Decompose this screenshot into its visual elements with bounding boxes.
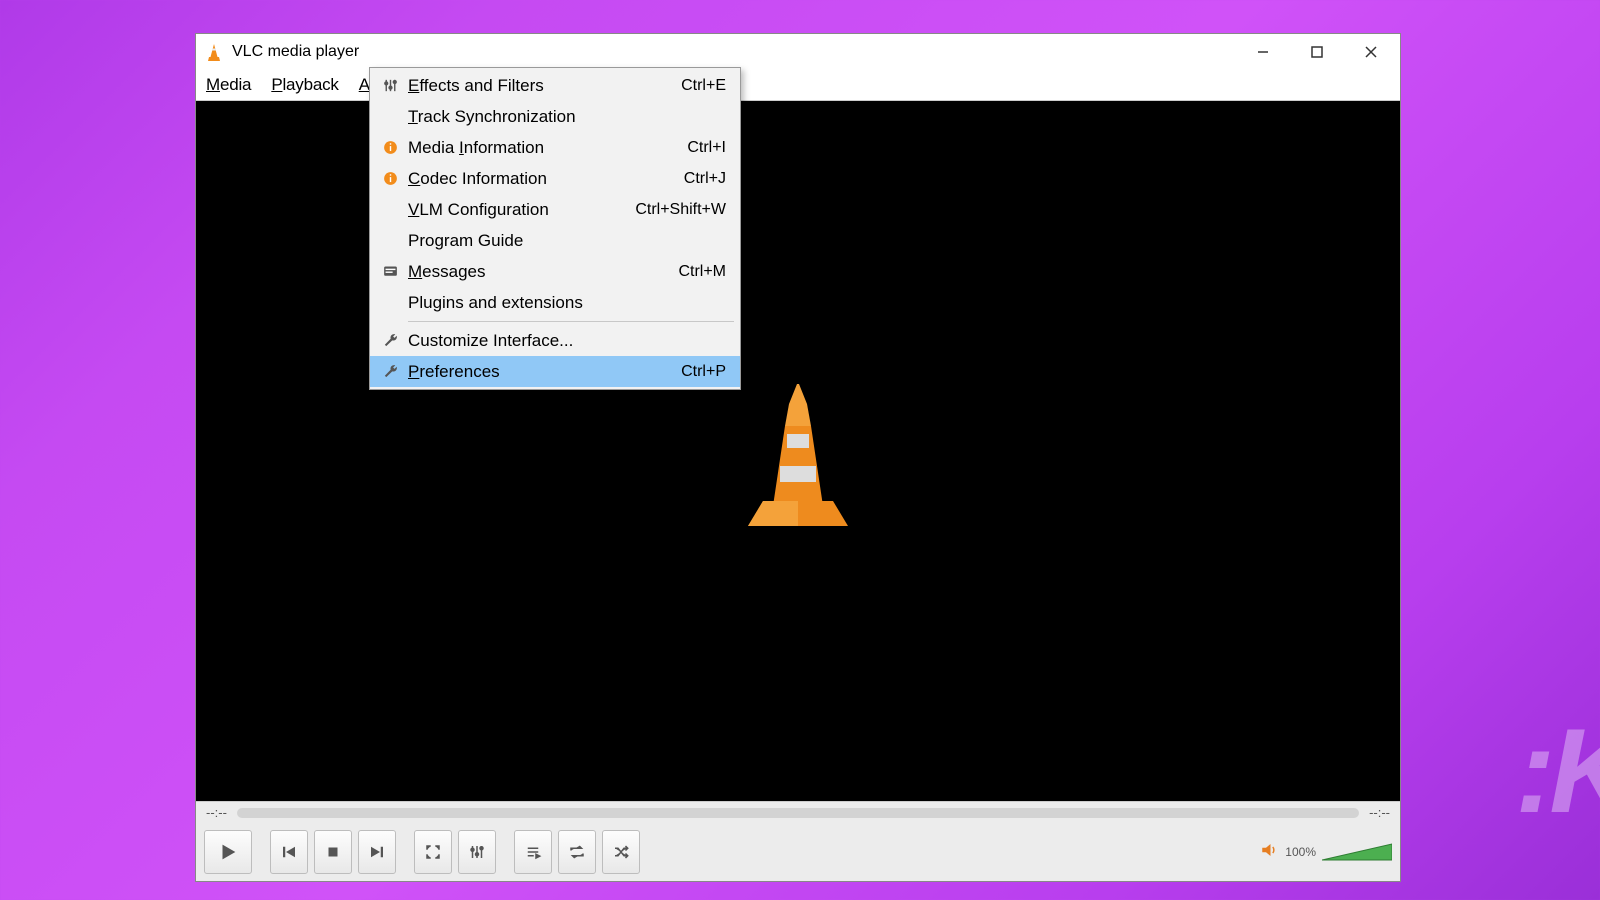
play-button[interactable] xyxy=(204,830,252,874)
extended-settings-button[interactable] xyxy=(458,830,496,874)
shuffle-button[interactable] xyxy=(602,830,640,874)
menu-item-label: Plugins and extensions xyxy=(404,293,726,313)
wrench-icon xyxy=(376,332,404,349)
menu-item-shortcut: Ctrl+Shift+W xyxy=(635,201,726,219)
menu-item-label: Effects and Filters xyxy=(404,76,681,96)
playlist-button[interactable] xyxy=(514,830,552,874)
menu-item-label: Messages xyxy=(404,262,678,282)
close-button[interactable] xyxy=(1344,34,1398,69)
menu-item-preferences[interactable]: PreferencesCtrl+P xyxy=(370,356,740,387)
speaker-icon xyxy=(1259,841,1279,864)
loop-button[interactable] xyxy=(558,830,596,874)
maximize-button[interactable] xyxy=(1290,34,1344,69)
menu-item-shortcut: Ctrl+M xyxy=(678,263,726,281)
menu-item-shortcut: Ctrl+J xyxy=(684,170,726,188)
menu-item-program-guide[interactable]: Program Guide xyxy=(370,225,740,256)
seek-bar: --:-- --:-- xyxy=(196,801,1400,823)
menu-item-plugins-and-extensions[interactable]: Plugins and extensions xyxy=(370,287,740,318)
info-icon xyxy=(376,170,404,187)
vlc-cone-icon xyxy=(204,42,224,62)
seek-track[interactable] xyxy=(237,808,1359,818)
menu-item-vlm-configuration[interactable]: VLM ConfigurationCtrl+Shift+W xyxy=(370,194,740,225)
menu-playback[interactable]: Playback xyxy=(261,69,348,100)
fullscreen-button[interactable] xyxy=(414,830,452,874)
volume-control[interactable]: 100% xyxy=(1259,841,1392,864)
vlc-logo-icon xyxy=(713,366,883,536)
tools-menu-dropdown: Effects and FiltersCtrl+E Track Synchroni… xyxy=(369,67,741,390)
volume-percent: 100% xyxy=(1285,845,1316,859)
menu-item-label: Track Synchronization xyxy=(404,107,726,127)
playback-controls: 100% xyxy=(196,823,1400,881)
minimize-button[interactable] xyxy=(1236,34,1290,69)
next-button[interactable] xyxy=(358,830,396,874)
menu-item-media-information[interactable]: Media InformationCtrl+I xyxy=(370,132,740,163)
menu-item-messages[interactable]: MessagesCtrl+M xyxy=(370,256,740,287)
wrench-icon xyxy=(376,363,404,380)
sliders-icon xyxy=(376,77,404,94)
menu-item-shortcut: Ctrl+I xyxy=(687,139,726,157)
menu-item-customize-interface[interactable]: Customize Interface... xyxy=(370,325,740,356)
menu-media[interactable]: Media xyxy=(196,69,261,100)
menu-item-label: Codec Information xyxy=(404,169,684,189)
remaining-time: --:-- xyxy=(1369,805,1390,820)
menu-item-codec-information[interactable]: Codec InformationCtrl+J xyxy=(370,163,740,194)
app-title: VLC media player xyxy=(232,43,359,61)
menu-item-track-synchronization[interactable]: Track Synchronization xyxy=(370,101,740,132)
watermark: :K xyxy=(1515,702,1600,840)
msg-icon xyxy=(376,263,404,280)
info-icon xyxy=(376,139,404,156)
menu-item-shortcut: Ctrl+P xyxy=(681,363,726,381)
stop-button[interactable] xyxy=(314,830,352,874)
titlebar: VLC media player xyxy=(196,34,1400,69)
menu-item-shortcut: Ctrl+E xyxy=(681,77,726,95)
menu-item-label: Preferences xyxy=(404,362,681,382)
menu-separator xyxy=(408,321,734,322)
menu-item-effects-and-filters[interactable]: Effects and FiltersCtrl+E xyxy=(370,70,740,101)
menu-item-label: Media Information xyxy=(404,138,687,158)
previous-button[interactable] xyxy=(270,830,308,874)
menu-item-label: Program Guide xyxy=(404,231,726,251)
elapsed-time: --:-- xyxy=(206,805,227,820)
volume-slider[interactable] xyxy=(1322,842,1392,862)
menu-item-label: VLM Configuration xyxy=(404,200,635,220)
menu-item-label: Customize Interface... xyxy=(404,331,726,351)
